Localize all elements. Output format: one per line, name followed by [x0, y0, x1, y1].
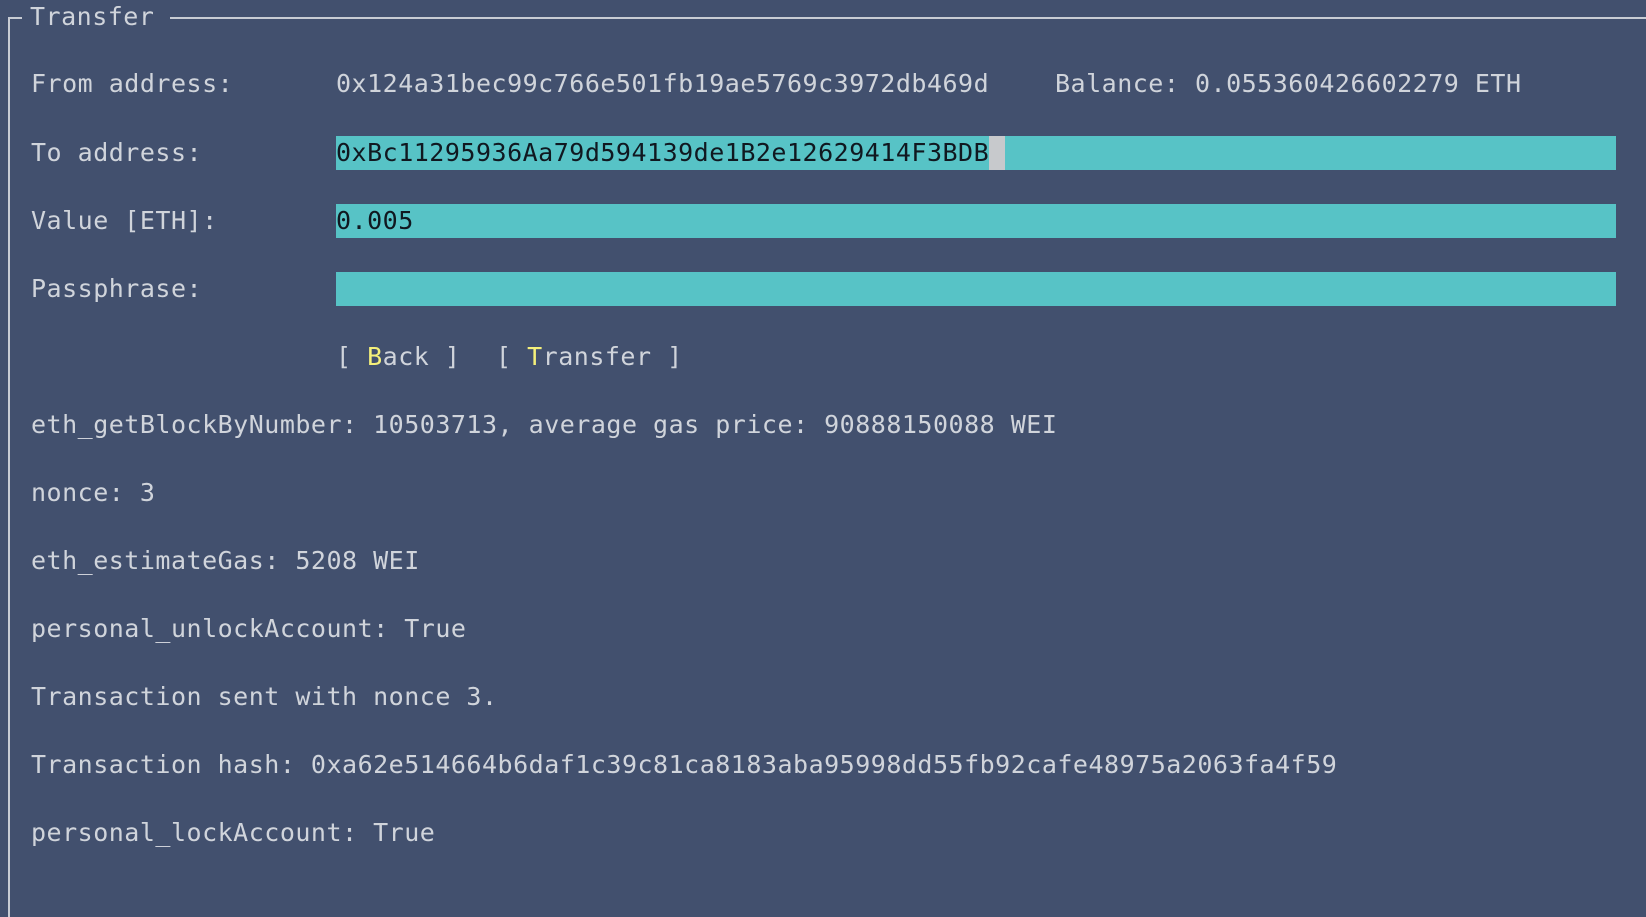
- transfer-button-bracket-close: ]: [651, 342, 683, 371]
- transfer-button-label: ransfer: [542, 342, 652, 371]
- log-line-nonce: nonce: 3: [31, 478, 156, 507]
- to-address-input[interactable]: 0xBc11295936Aa79d594139de1B2e12629414F3B…: [336, 136, 1616, 170]
- from-address-label: From address:: [31, 69, 234, 98]
- log-line-unlock: personal_unlockAccount: True: [31, 614, 467, 643]
- passphrase-input[interactable]: [336, 272, 1616, 306]
- log-line-lock: personal_lockAccount: True: [31, 818, 436, 847]
- back-button[interactable]: [ Back ]: [336, 340, 460, 374]
- value-eth-label: Value [ETH]:: [31, 206, 218, 235]
- log-line-sent: Transaction sent with nonce 3.: [31, 682, 498, 711]
- back-button-bracket-close: ]: [429, 342, 461, 371]
- back-button-bracket-open: [: [336, 342, 368, 371]
- to-address-text: 0xBc11295936Aa79d594139de1B2e12629414F3B…: [336, 138, 990, 167]
- value-eth-input[interactable]: 0.005: [336, 204, 1616, 238]
- back-button-label: ack: [382, 342, 430, 371]
- from-address-value: 0x124a31bec99c766e501fb19ae5769c3972db46…: [336, 69, 990, 98]
- text-cursor: [989, 136, 1006, 170]
- transfer-button[interactable]: [ Transfer ]: [496, 340, 683, 374]
- log-line-block: eth_getBlockByNumber: 10503713, average …: [31, 410, 1058, 439]
- log-line-tx-hash: Transaction hash: 0xa62e514664b6daf1c39c…: [31, 750, 1338, 779]
- passphrase-label: Passphrase:: [31, 274, 203, 303]
- transfer-button-hotkey: T: [527, 342, 543, 371]
- log-line-estimate-gas: eth_estimateGas: 5208 WEI: [31, 546, 420, 575]
- transfer-button-bracket-open: [: [496, 342, 528, 371]
- back-button-hotkey: B: [367, 342, 383, 371]
- panel-title: Transfer: [22, 1, 171, 33]
- balance-text: Balance: 0.055360426602279 ETH: [1055, 69, 1522, 98]
- to-address-label: To address:: [31, 138, 203, 167]
- value-eth-text: 0.005: [336, 206, 414, 235]
